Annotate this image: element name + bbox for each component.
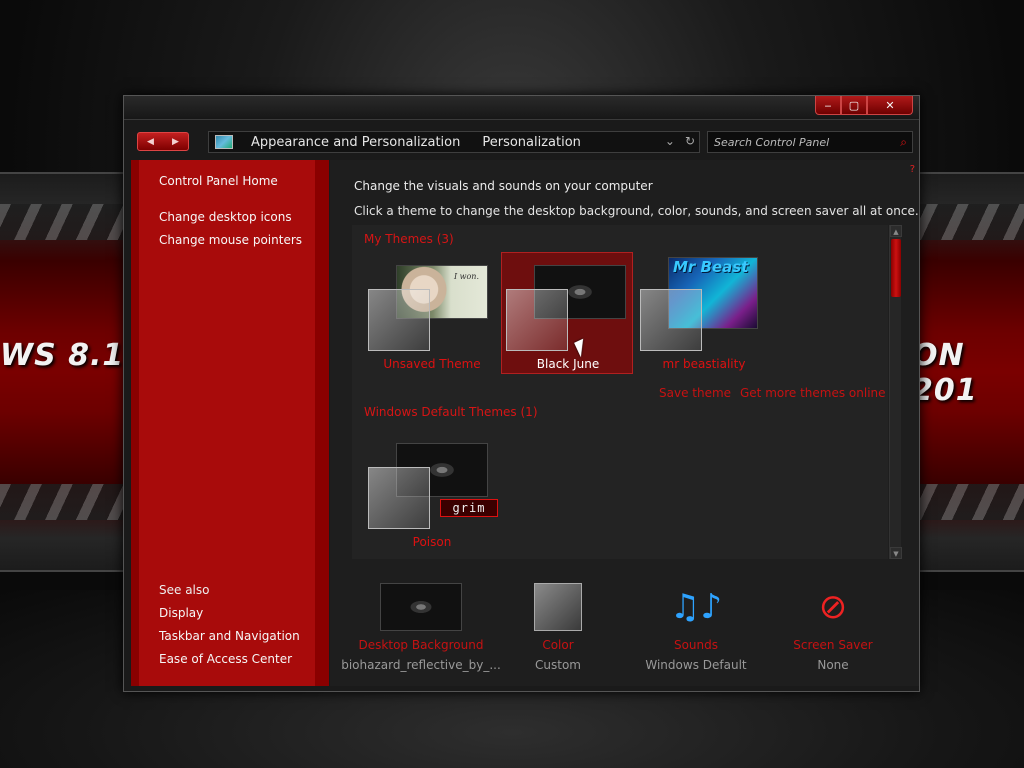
search-box: ⌕ [707, 131, 913, 153]
title-bar[interactable]: ‒ ▢ ✕ [124, 96, 919, 120]
search-input[interactable] [714, 134, 884, 150]
screen-saver-value: None [817, 658, 849, 672]
search-icon[interactable]: ⌕ [900, 135, 907, 150]
page-heading: Change the visuals and sounds on your co… [354, 179, 653, 193]
ease-of-access-link[interactable]: Ease of Access Center [159, 652, 292, 666]
window-controls: ‒ ▢ ✕ [815, 96, 913, 115]
address-bar[interactable]: Appearance and Personalization Personali… [208, 131, 700, 153]
back-arrow-icon[interactable]: ◀ [138, 133, 163, 150]
minimize-button[interactable]: ‒ [815, 96, 841, 115]
sidebar: Control Panel Home Change desktop icons … [131, 160, 329, 686]
color-swatch [534, 583, 582, 631]
no-screensaver-icon: ⊘ [818, 587, 848, 627]
my-themes-title[interactable]: My Themes (3) [364, 232, 454, 246]
scroll-thumb[interactable] [891, 239, 901, 297]
control-panel-home-link[interactable]: Control Panel Home [159, 174, 278, 188]
themes-list: My Themes (3) I won. Unsaved Theme Black… [352, 225, 902, 559]
close-button[interactable]: ✕ [867, 96, 913, 115]
refresh-icon[interactable]: ↻ [685, 134, 695, 148]
themes-scrollbar[interactable]: ▲ ▼ [889, 225, 902, 559]
nav-arrows: ◀ ▶ [137, 132, 189, 151]
default-themes-title[interactable]: Windows Default Themes (1) [364, 405, 538, 419]
scroll-down-icon[interactable]: ▼ [890, 547, 902, 559]
page-subheading: Click a theme to change the desktop back… [354, 204, 919, 218]
get-more-themes-link[interactable]: Get more themes online [740, 386, 886, 400]
breadcrumb-personalization[interactable]: Personalization [482, 135, 581, 150]
theme-mr-beastiality[interactable]: Mr Beast mr beastiality [638, 253, 770, 375]
change-desktop-icons-link[interactable]: Change desktop icons [159, 210, 292, 224]
banner-text-right: ON 201 [912, 338, 978, 408]
theme-color-swatch [506, 289, 568, 351]
thumbnail-quote: I won. [453, 272, 479, 281]
theme-label: Unsaved Theme [383, 357, 481, 371]
main-content: ? Change the visuals and sounds on your … [330, 160, 919, 686]
change-mouse-pointers-link[interactable]: Change mouse pointers [159, 233, 302, 247]
taskbar-navigation-link[interactable]: Taskbar and Navigation [159, 629, 300, 643]
grim-tag: grim [440, 499, 498, 517]
control-panel-icon [215, 135, 233, 149]
scroll-up-icon[interactable]: ▲ [890, 225, 902, 237]
theme-black-june[interactable]: Black June [501, 252, 633, 374]
theme-poison[interactable]: grim Poison [366, 431, 498, 553]
chevron-down-icon[interactable]: ⌄ [665, 134, 675, 148]
save-theme-link[interactable]: Save theme [659, 386, 731, 400]
desktop-background-thumbnail [380, 583, 462, 631]
address-tools: ⌄ ↻ [665, 134, 695, 148]
band-title: Mr Beast [673, 258, 749, 276]
theme-label: mr beastiality [662, 357, 746, 371]
breadcrumb-appearance[interactable]: Appearance and Personalization [251, 135, 460, 150]
theme-color-swatch [368, 289, 430, 351]
theme-color-swatch [640, 289, 702, 351]
forward-arrow-icon[interactable]: ▶ [163, 133, 188, 150]
navigation-bar: ◀ ▶ Appearance and Personalization Perso… [124, 124, 919, 158]
display-link[interactable]: Display [159, 606, 203, 620]
help-icon[interactable]: ? [910, 164, 915, 175]
theme-color-swatch [368, 467, 430, 529]
screen-saver-label[interactable]: Screen Saver [750, 638, 916, 652]
theme-unsaved[interactable]: I won. Unsaved Theme [366, 253, 498, 375]
theme-label: Poison [412, 535, 452, 549]
maximize-button[interactable]: ▢ [841, 96, 867, 115]
personalization-window: ‒ ▢ ✕ ◀ ▶ Appearance and Personalization… [123, 95, 920, 692]
theme-label: Black June [536, 357, 600, 371]
see-also-heading: See also [159, 583, 210, 597]
